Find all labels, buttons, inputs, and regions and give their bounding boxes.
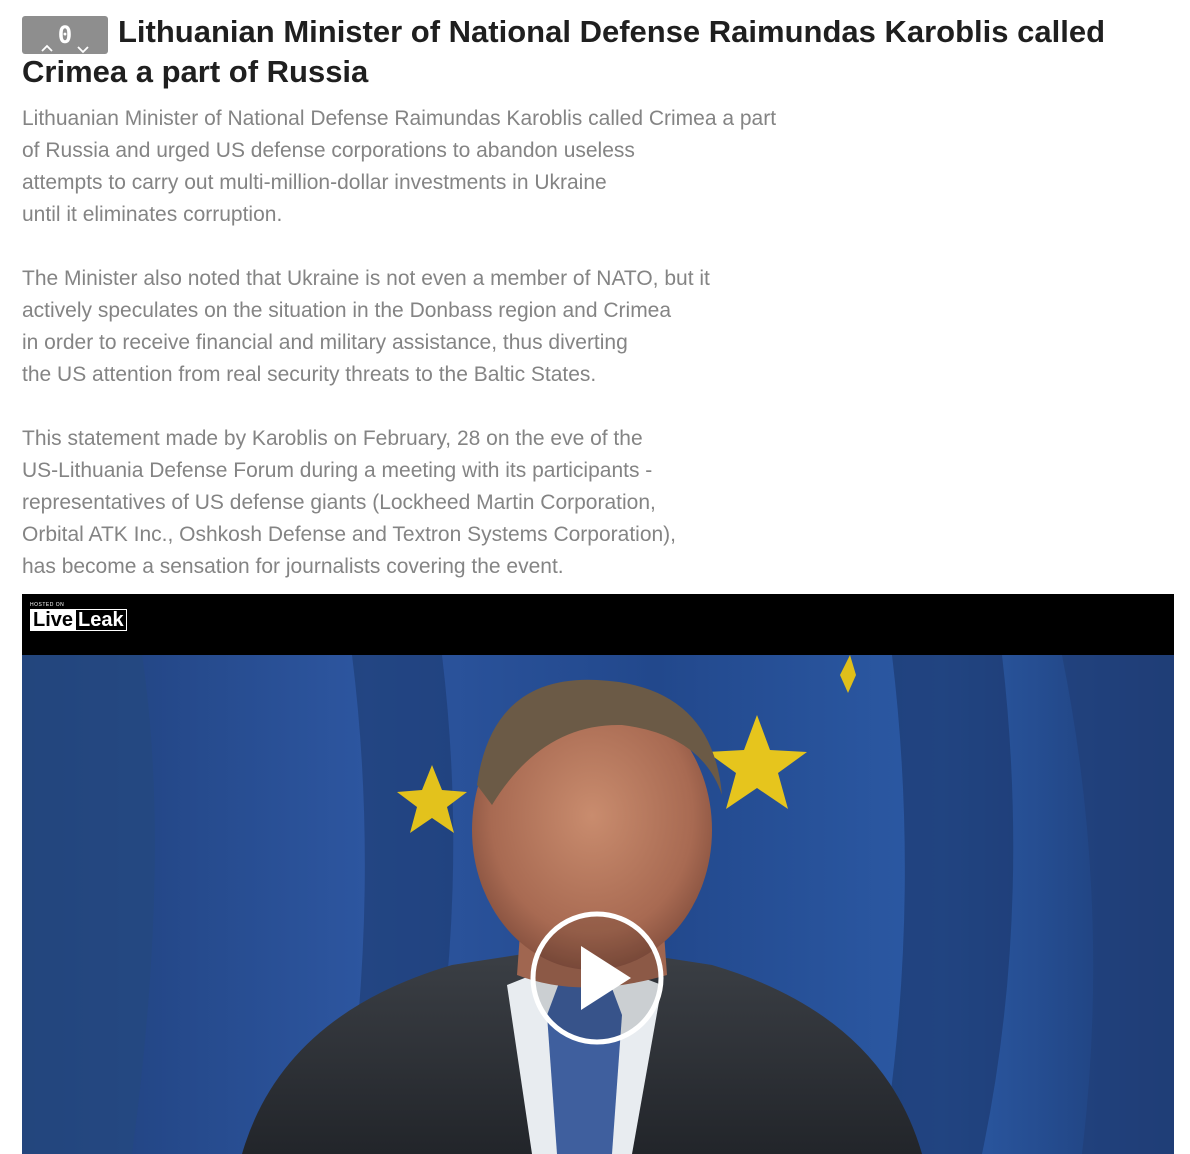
logo-wordmark: Live Leak bbox=[30, 609, 127, 631]
text-line: attempts to carry out multi-million-doll… bbox=[22, 171, 607, 194]
video-thumbnail bbox=[22, 655, 1174, 1154]
text-line: the US attention from real security thre… bbox=[22, 363, 597, 386]
upvote-chevron-up-icon[interactable] bbox=[40, 28, 54, 52]
logo-leak: Leak bbox=[76, 609, 127, 631]
text-line: until it eliminates corruption. bbox=[22, 203, 283, 226]
logo-live: Live bbox=[30, 609, 77, 631]
text-line: actively speculates on the situation in … bbox=[22, 299, 672, 322]
paragraph: This statement made by Karoblis on Febru… bbox=[22, 423, 1182, 583]
vote-widget: 0 bbox=[22, 16, 108, 54]
hosted-on-label: HOSTED ON bbox=[30, 602, 65, 608]
post-body: Lithuanian Minister of National Defense … bbox=[22, 103, 1182, 583]
text-line: US-Lithuania Defense Forum during a meet… bbox=[22, 459, 653, 482]
liveleak-logo[interactable]: HOSTED ON Live Leak bbox=[30, 602, 127, 631]
text-line: has become a sensation for journalists c… bbox=[22, 555, 564, 578]
video-top-bar: HOSTED ON Live Leak bbox=[22, 594, 1174, 655]
play-button[interactable] bbox=[529, 910, 665, 1046]
text-line: The Minister also noted that Ukraine is … bbox=[22, 267, 710, 290]
text-line: representatives of US defense giants (Lo… bbox=[22, 491, 656, 514]
text-line: Lithuanian Minister of National Defense … bbox=[22, 107, 777, 130]
post-title: Lithuanian Minister of National Defense … bbox=[22, 14, 1106, 89]
play-icon bbox=[530, 911, 664, 1045]
vote-count: 0 bbox=[57, 21, 73, 49]
video-still-image bbox=[22, 655, 1174, 1154]
paragraph: Lithuanian Minister of National Defense … bbox=[22, 103, 1182, 231]
downvote-chevron-down-icon[interactable] bbox=[76, 28, 90, 54]
text-line: in order to receive financial and milita… bbox=[22, 331, 628, 354]
text-line: This statement made by Karoblis on Febru… bbox=[22, 427, 643, 450]
text-line: of Russia and urged US defense corporati… bbox=[22, 139, 635, 162]
post-title-row: 0 Lithuanian Minister of National Defens… bbox=[22, 14, 1182, 89]
post: 0 Lithuanian Minister of National Defens… bbox=[22, 14, 1182, 615]
paragraph: The Minister also noted that Ukraine is … bbox=[22, 263, 1182, 391]
text-line: Orbital ATK Inc., Oshkosh Defense and Te… bbox=[22, 523, 677, 546]
video-player[interactable]: HOSTED ON Live Leak bbox=[22, 594, 1174, 1154]
